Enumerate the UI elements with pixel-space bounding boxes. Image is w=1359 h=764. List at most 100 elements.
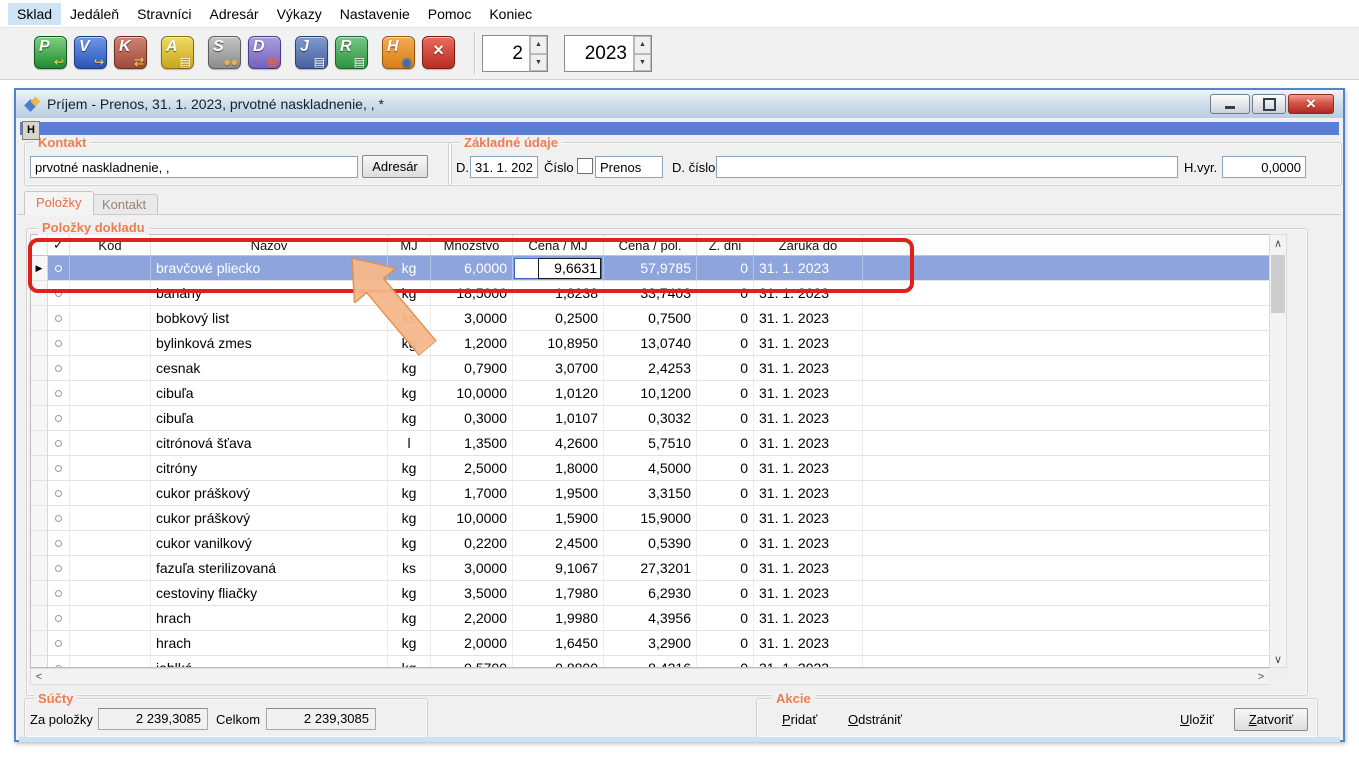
cell-zaruka-do[interactable]: 31. 1. 2023 [754,656,863,668]
cell-nazov[interactable]: citróny [151,456,388,480]
cell-nazov[interactable]: cestoviny fliačky [151,581,388,605]
cell-cena-mj[interactable]: 10,8950 [513,331,604,355]
zatvorit-button[interactable]: Zatvoriť [1234,708,1308,731]
menu-item-nastavenie[interactable]: Nastavenie [331,3,419,25]
cell-z-dni[interactable]: 0 [697,506,754,530]
scroll-right-icon[interactable]: > [1253,669,1269,684]
cell-mnozstvo[interactable]: 2,2000 [431,606,513,630]
table-row[interactable]: banánykg18,50001,823833,7403031. 1. 2023 [31,281,1269,306]
table-row[interactable]: hrachkg2,00001,64503,2900031. 1. 2023 [31,631,1269,656]
cell-mj[interactable]: kg [388,631,431,655]
cell-cena-pol[interactable]: 6,2930 [604,581,697,605]
toolbar-button-pomoc[interactable]: H◉ [382,36,415,69]
close-button[interactable]: × [1288,94,1334,114]
cell-zaruka-do[interactable]: 31. 1. 2023 [754,431,863,455]
column-header-cena-mj[interactable]: Cena / MJ [513,235,604,255]
cell-kod[interactable] [70,531,151,555]
cell-zaruka-do[interactable]: 31. 1. 2023 [754,331,863,355]
cell-cena-mj[interactable]: 1,8238 [513,281,604,305]
doc-type-field[interactable] [595,156,663,178]
cell-cena-pol[interactable]: 57,9785 [604,256,697,280]
cell-zaruka-do[interactable]: 31. 1. 2023 [754,406,863,430]
keytip-h-button[interactable]: H [22,121,40,140]
cell-kod[interactable] [70,656,151,668]
cell-nazov[interactable]: bobkový list [151,306,388,330]
cell-zaruka-do[interactable]: 31. 1. 2023 [754,356,863,380]
cell-zaruka-do[interactable]: 31. 1. 2023 [754,381,863,405]
cell-z-dni[interactable]: 0 [697,556,754,580]
menu-item-adresár[interactable]: Adresár [201,3,268,25]
cell-kod[interactable] [70,481,151,505]
toolbar-button-vydaj[interactable]: V↪ [74,36,107,69]
menu-item-výkazy[interactable]: Výkazy [268,3,331,25]
cell-z-dni[interactable]: 0 [697,481,754,505]
cell-cena-mj[interactable]: 4,2600 [513,431,604,455]
cell-mnozstvo[interactable]: 3,5000 [431,581,513,605]
cell-zaruka-do[interactable]: 31. 1. 2023 [754,631,863,655]
table-row[interactable]: citrónykg2,50001,80004,5000031. 1. 2023 [31,456,1269,481]
cell-mnozstvo[interactable]: 0,2200 [431,531,513,555]
cell-nazov[interactable]: cibuľa [151,381,388,405]
cell-zaruka-do[interactable]: 31. 1. 2023 [754,556,863,580]
cell-cena-mj[interactable]: 1,7980 [513,581,604,605]
cell-mnozstvo[interactable]: 10,0000 [431,381,513,405]
table-row[interactable]: hrachkg2,20001,99804,3956031. 1. 2023 [31,606,1269,631]
vertical-scrollbar[interactable]: ∧ ∨ [1269,234,1287,668]
kontakt-input[interactable] [30,156,358,178]
cell-cena-mj[interactable]: 0,8800 [513,656,604,668]
cislo-checkbox[interactable] [577,158,593,174]
column-header-mj[interactable]: MJ [388,235,431,255]
cena-mj-edit-input[interactable] [538,258,601,279]
cell-cena-pol[interactable]: 15,9000 [604,506,697,530]
cell-cena-mj[interactable]: 9,1067 [513,556,604,580]
cell-mj[interactable]: ks [388,306,431,330]
d-cislo-field[interactable] [716,156,1178,178]
cell-kod[interactable] [70,456,151,480]
cell-z-dni[interactable]: 0 [697,456,754,480]
cell-kod[interactable] [70,381,151,405]
cell-mj[interactable]: kg [388,281,431,305]
cell-kod[interactable] [70,331,151,355]
menu-item-koniec[interactable]: Koniec [480,3,541,25]
cell-kod[interactable] [70,606,151,630]
table-row[interactable]: cukor práškovýkg10,00001,590015,9000031.… [31,506,1269,531]
cell-nazov[interactable]: banány [151,281,388,305]
cell-mnozstvo[interactable]: 1,3500 [431,431,513,455]
cell-mj[interactable]: kg [388,356,431,380]
cell-z-dni[interactable]: 0 [697,531,754,555]
cell-mj[interactable]: kg [388,656,431,668]
odstranit-button[interactable]: Odstrániť [848,712,902,727]
ulozit-button[interactable]: Uložiť [1180,712,1214,727]
cell-z-dni[interactable]: 0 [697,306,754,330]
toolbar-button-adresar[interactable]: A▤ [161,36,194,69]
cell-mj[interactable]: kg [388,406,431,430]
cell-nazov[interactable]: fazuľa sterilizovaná [151,556,388,580]
cell-cena-mj[interactable]: 1,0120 [513,381,604,405]
hvyr-field[interactable] [1222,156,1306,178]
cell-mnozstvo[interactable]: 3,0000 [431,306,513,330]
maximize-button[interactable] [1252,94,1286,114]
column-header-nazov[interactable]: Názov [151,235,388,255]
cell-cena-mj[interactable]: 1,0107 [513,406,604,430]
cell-kod[interactable] [70,581,151,605]
cell-cena-pol[interactable]: 33,7403 [604,281,697,305]
cell-z-dni[interactable]: 0 [697,331,754,355]
scroll-left-icon[interactable]: < [31,669,47,684]
cell-nazov[interactable]: cibuľa [151,406,388,430]
cell-kod[interactable] [70,281,151,305]
cell-mj[interactable]: kg [388,456,431,480]
cell-kod[interactable] [70,406,151,430]
cell-zaruka-do[interactable]: 31. 1. 2023 [754,506,863,530]
cell-nazov[interactable]: hrach [151,606,388,630]
cell-zaruka-do[interactable]: 31. 1. 2023 [754,306,863,330]
cell-mj[interactable]: kg [388,381,431,405]
cell-mnozstvo[interactable]: 2,0000 [431,631,513,655]
table-row[interactable]: fazuľa sterilizovanáks3,00009,106727,320… [31,556,1269,581]
cell-z-dni[interactable]: 0 [697,631,754,655]
cell-kod[interactable] [70,256,151,280]
cell-mnozstvo[interactable]: 2,5000 [431,456,513,480]
cell-mnozstvo[interactable]: 6,0000 [431,256,513,280]
cell-cena-mj[interactable]: 3,0700 [513,356,604,380]
month-up-icon[interactable]: ▲ [530,36,547,54]
cell-mj[interactable]: kg [388,531,431,555]
